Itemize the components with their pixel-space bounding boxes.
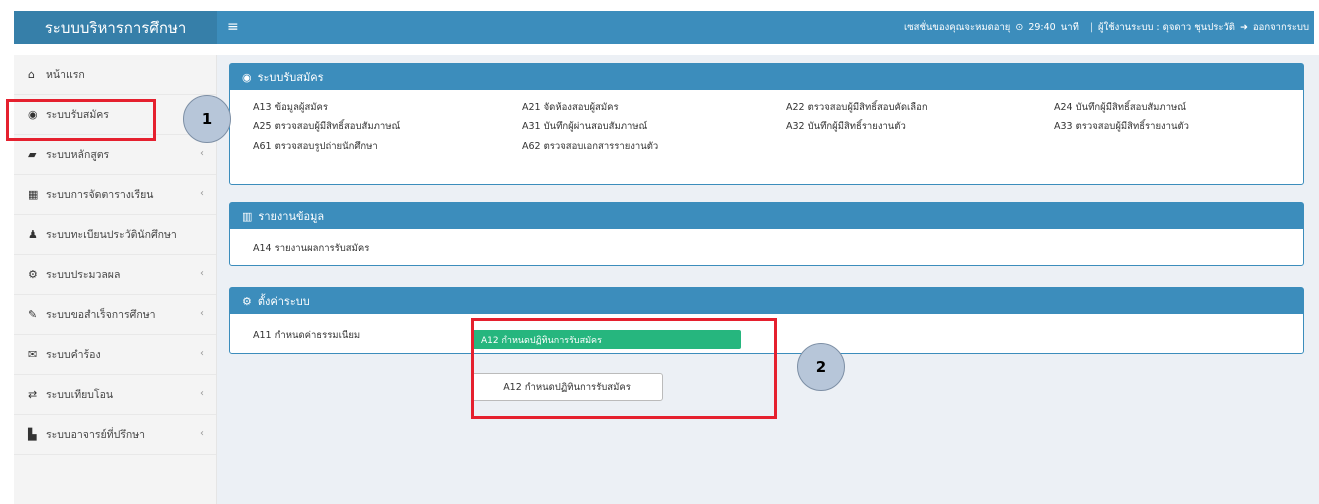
link-a22[interactable]: A22 ตรวจสอบผู้มีสิทธิ์สอบคัดเลือก — [786, 100, 928, 115]
hamburger-menu-icon[interactable]: ≡ — [227, 19, 239, 35]
logout-icon[interactable]: ➜ — [1240, 22, 1248, 33]
annotation-marker-2: 2 — [797, 343, 845, 391]
annotation-highlight-box-1 — [6, 99, 156, 141]
report-panel: ▥ รายงานข้อมูล A14 รายงานผลการรับสมัคร — [229, 202, 1304, 266]
sidebar-item-graduation[interactable]: ✎ ระบบขอสำเร็จการศึกษา ‹ — [14, 295, 216, 335]
book-icon: ▰ — [28, 148, 37, 161]
sidebar-item-label: ระบบเทียบโอน — [46, 389, 114, 401]
building-icon: ▙ — [28, 428, 37, 441]
wrench-icon: ✎ — [28, 308, 38, 321]
annotation-highlight-box-2 — [471, 318, 777, 419]
chevron-left-icon: ‹ — [200, 268, 204, 279]
bar-chart-icon: ▥ — [242, 209, 253, 223]
chevron-left-icon: ‹ — [200, 148, 204, 159]
user-name: ผู้ใช้งานระบบ : ดุจดาว ชุนประวัติ — [1098, 22, 1235, 33]
sidebar-item-petitions[interactable]: ✉ ระบบคำร้อง ‹ — [14, 335, 216, 375]
link-a14[interactable]: A14 รายงานผลการรับสมัคร — [253, 241, 369, 256]
sidebar-item-label: ระบบอาจารย์ที่ปรึกษา — [46, 429, 146, 441]
sidebar-item-schedule[interactable]: ▦ ระบบการจัดตารางเรียน ‹ — [14, 175, 216, 215]
chevron-left-icon: ‹ — [200, 388, 204, 399]
navbar: ≡ เซสชั่นของคุณจะหมดอายุ ⊙ 29:40 นาที | … — [217, 11, 1314, 44]
chevron-left-icon: ‹ — [200, 348, 204, 359]
sidebar-item-student-records[interactable]: ♟ ระบบทะเบียนประวัตินักศึกษา — [14, 215, 216, 255]
table-icon: ▦ — [28, 188, 39, 201]
sidebar-item-label: ระบบขอสำเร็จการศึกษา — [46, 309, 156, 321]
settings-panel-header: ⚙ ตั้งค่าระบบ — [230, 288, 1303, 314]
chevron-left-icon: ‹ — [200, 188, 204, 199]
envelope-icon: ✉ — [28, 348, 38, 361]
sidebar-item-label: ระบบการจัดตารางเรียน — [46, 189, 154, 201]
brand-title: ระบบบริหารการศึกษา — [44, 18, 187, 37]
session-timer: 29:40 — [1028, 22, 1056, 33]
sidebar-item-curriculum[interactable]: ▰ ระบบหลักสูตร ‹ — [14, 135, 216, 175]
link-a21[interactable]: A21 จัดห้องสอบผู้สมัคร — [522, 100, 619, 115]
sidebar-item-label: ระบบหลักสูตร — [46, 149, 110, 161]
report-panel-header: ▥ รายงานข้อมูล — [230, 203, 1303, 229]
admission-panel-header: ◉ ระบบรับสมัคร — [230, 64, 1303, 90]
link-a13[interactable]: A13 ข้อมูลผู้สมัคร — [253, 100, 328, 115]
sidebar-item-home[interactable]: ⌂ หน้าแรก — [14, 55, 216, 95]
exchange-icon: ⇄ — [28, 388, 38, 401]
link-a25[interactable]: A25 ตรวจสอบผู้มีสิทธิ์สอบสัมภาษณ์ — [253, 119, 400, 134]
link-a24[interactable]: A24 บันทึกผู้มีสิทธิ์สอบสัมภาษณ์ — [1054, 100, 1186, 115]
top-bar: ระบบบริหารการศึกษา ≡ เซสชั่นของคุณจะหมดอ… — [0, 0, 1319, 55]
sidebar-item-label: ระบบคำร้อง — [46, 349, 101, 361]
sidebar-item-label: ระบบประมวลผล — [46, 269, 121, 281]
main-content: ◉ ระบบรับสมัคร A13 ข้อมูลผู้สมัคร A21 จั… — [217, 55, 1319, 504]
link-a11[interactable]: A11 กำหนดค่าธรรมเนียม — [253, 328, 360, 343]
sidebar-item-advisor[interactable]: ▙ ระบบอาจารย์ที่ปรึกษา ‹ — [14, 415, 216, 455]
report-panel-title: รายงานข้อมูล — [258, 210, 325, 223]
admission-panel: ◉ ระบบรับสมัคร A13 ข้อมูลผู้สมัคร A21 จั… — [229, 63, 1304, 185]
navbar-separator: | — [1089, 22, 1094, 33]
session-timer-unit: นาที — [1060, 22, 1079, 33]
sidebar-item-processing[interactable]: ⚙ ระบบประมวลผล ‹ — [14, 255, 216, 295]
link-a61[interactable]: A61 ตรวจสอบรูปถ่ายนักศึกษา — [253, 139, 378, 154]
session-text: เซสชั่นของคุณจะหมดอายุ — [903, 22, 1011, 33]
settings-panel-title: ตั้งค่าระบบ — [257, 295, 310, 308]
admission-panel-title: ระบบรับสมัคร — [257, 71, 324, 84]
home-icon: ⌂ — [28, 68, 35, 81]
chevron-left-icon: ‹ — [200, 428, 204, 439]
chevron-left-icon: ‹ — [200, 308, 204, 319]
link-a31[interactable]: A31 บันทึกผู้ผ่านสอบสัมภาษณ์ — [522, 119, 647, 134]
cogs-icon: ⚙ — [28, 268, 38, 281]
annotation-marker-1: 1 — [183, 95, 231, 143]
navbar-right: เซสชั่นของคุณจะหมดอายุ ⊙ 29:40 นาที | ผู… — [904, 11, 1314, 44]
link-a62[interactable]: A62 ตรวจสอบเอกสารรายงานตัว — [522, 139, 658, 154]
link-a32[interactable]: A32 บันทึกผู้มีสิทธิ์รายงานตัว — [786, 119, 906, 134]
sidebar-item-label: ระบบทะเบียนประวัตินักศึกษา — [46, 229, 177, 241]
cogs-icon: ⚙ — [242, 294, 252, 308]
clock-icon: ⊙ — [1015, 22, 1024, 33]
user-circle-icon: ◉ — [242, 70, 252, 84]
brand-logo[interactable]: ระบบบริหารการศึกษา — [14, 11, 217, 44]
link-a33[interactable]: A33 ตรวจสอบผู้มีสิทธิ์รายงานตัว — [1054, 119, 1189, 134]
sidebar-item-label: หน้าแรก — [46, 69, 85, 81]
sidebar-item-transfer[interactable]: ⇄ ระบบเทียบโอน ‹ — [14, 375, 216, 415]
logout-link[interactable]: ออกจากระบบ — [1253, 20, 1309, 35]
user-icon: ♟ — [28, 228, 38, 241]
